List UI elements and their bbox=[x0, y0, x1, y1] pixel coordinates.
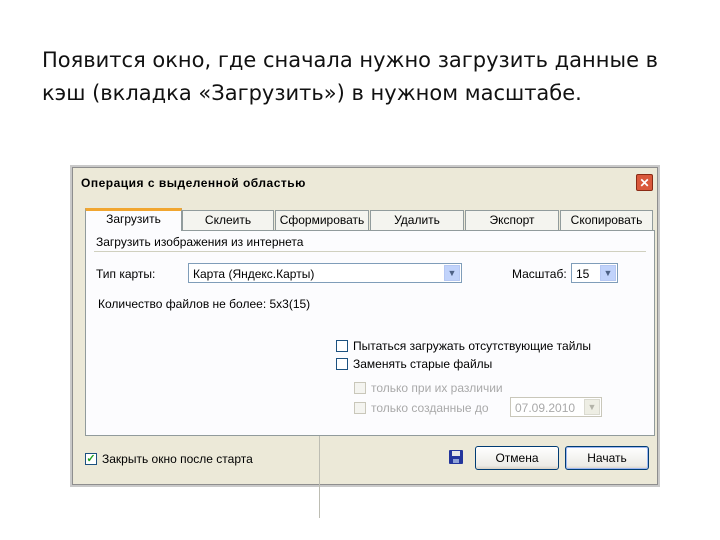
floppy-disk-icon[interactable] bbox=[449, 450, 463, 464]
scale-label: Масштаб: bbox=[512, 267, 567, 281]
checkbox-box[interactable] bbox=[336, 340, 348, 352]
close-after-start-label: Закрыть окно после старта bbox=[102, 452, 253, 466]
close-button[interactable]: ✕ bbox=[636, 174, 653, 191]
tab-delete[interactable]: Удалить bbox=[370, 210, 464, 230]
only-created-before-checkbox[interactable]: только созданные до bbox=[354, 401, 489, 415]
dialog-title: Операция с выделенной областью bbox=[81, 176, 306, 190]
chevron-down-icon[interactable]: ▼ bbox=[584, 399, 600, 415]
start-button[interactable]: Начать bbox=[565, 446, 649, 470]
options-divider bbox=[319, 436, 320, 518]
only-diff-checkbox[interactable]: только при их различии bbox=[354, 381, 503, 395]
dialog-titlebar[interactable]: Операция с выделенной областью ✕ bbox=[77, 172, 653, 194]
tab-load[interactable]: Загрузить bbox=[85, 208, 182, 231]
caption-line-1: Появится окно, где сначала нужно загрузи… bbox=[42, 48, 659, 72]
close-after-start-checkbox[interactable]: ✓ Закрыть окно после старта bbox=[85, 452, 253, 466]
heading-divider bbox=[94, 251, 646, 252]
slide-caption: Появится окно, где сначала нужно загрузи… bbox=[42, 44, 692, 110]
tab-bar: Загрузить Склеить Сформировать Удалить Э… bbox=[85, 208, 655, 231]
scale-value: 15 bbox=[576, 267, 590, 281]
date-picker[interactable]: 07.09.2010 ▼ bbox=[510, 397, 602, 417]
chevron-down-icon[interactable]: ▼ bbox=[444, 265, 460, 281]
close-icon: ✕ bbox=[639, 176, 650, 190]
file-count-text: Количество файлов не более: 5x3(15) bbox=[98, 297, 311, 311]
date-value: 07.09.2010 bbox=[515, 401, 576, 415]
operation-dialog: Операция с выделенной областью ✕ Загрузи… bbox=[72, 167, 658, 518]
checkbox-box[interactable] bbox=[336, 358, 348, 370]
checkbox-box[interactable] bbox=[354, 382, 366, 394]
screenshot-frame: Операция с выделенной областью ✕ Загрузи… bbox=[70, 165, 660, 518]
checkbox-box[interactable]: ✓ bbox=[85, 453, 97, 465]
try-missing-checkbox[interactable]: Пытаться загружать отсутствующие тайлы bbox=[336, 339, 591, 353]
map-type-label: Тип карты: bbox=[96, 267, 156, 281]
cancel-button[interactable]: Отмена bbox=[475, 446, 559, 470]
tab-form[interactable]: Сформировать bbox=[275, 210, 369, 230]
map-type-select[interactable]: Карта (Яндекс.Карты) ▼ bbox=[188, 263, 462, 283]
only-created-before-label: только созданные до bbox=[371, 401, 489, 415]
chevron-down-icon[interactable]: ▼ bbox=[600, 265, 616, 281]
tab-export[interactable]: Экспорт bbox=[465, 210, 559, 230]
panel-heading: Загрузить изображения из интернета bbox=[96, 235, 304, 249]
try-missing-label: Пытаться загружать отсутствующие тайлы bbox=[353, 339, 592, 353]
map-type-value: Карта (Яндекс.Карты) bbox=[193, 267, 315, 281]
caption-line-2: кэш (вкладка «Загрузить») в нужном масшт… bbox=[42, 81, 582, 105]
load-panel: Загрузить изображения из интернета Тип к… bbox=[85, 230, 655, 436]
replace-old-checkbox[interactable]: Заменять старые файлы bbox=[336, 357, 492, 371]
scale-select[interactable]: 15 ▼ bbox=[571, 263, 618, 283]
only-diff-label: только при их различии bbox=[371, 381, 503, 395]
tab-glue[interactable]: Склеить bbox=[182, 210, 274, 230]
replace-old-label: Заменять старые файлы bbox=[353, 357, 493, 371]
checkbox-box[interactable] bbox=[354, 402, 366, 414]
tab-copy[interactable]: Скопировать bbox=[560, 210, 653, 230]
